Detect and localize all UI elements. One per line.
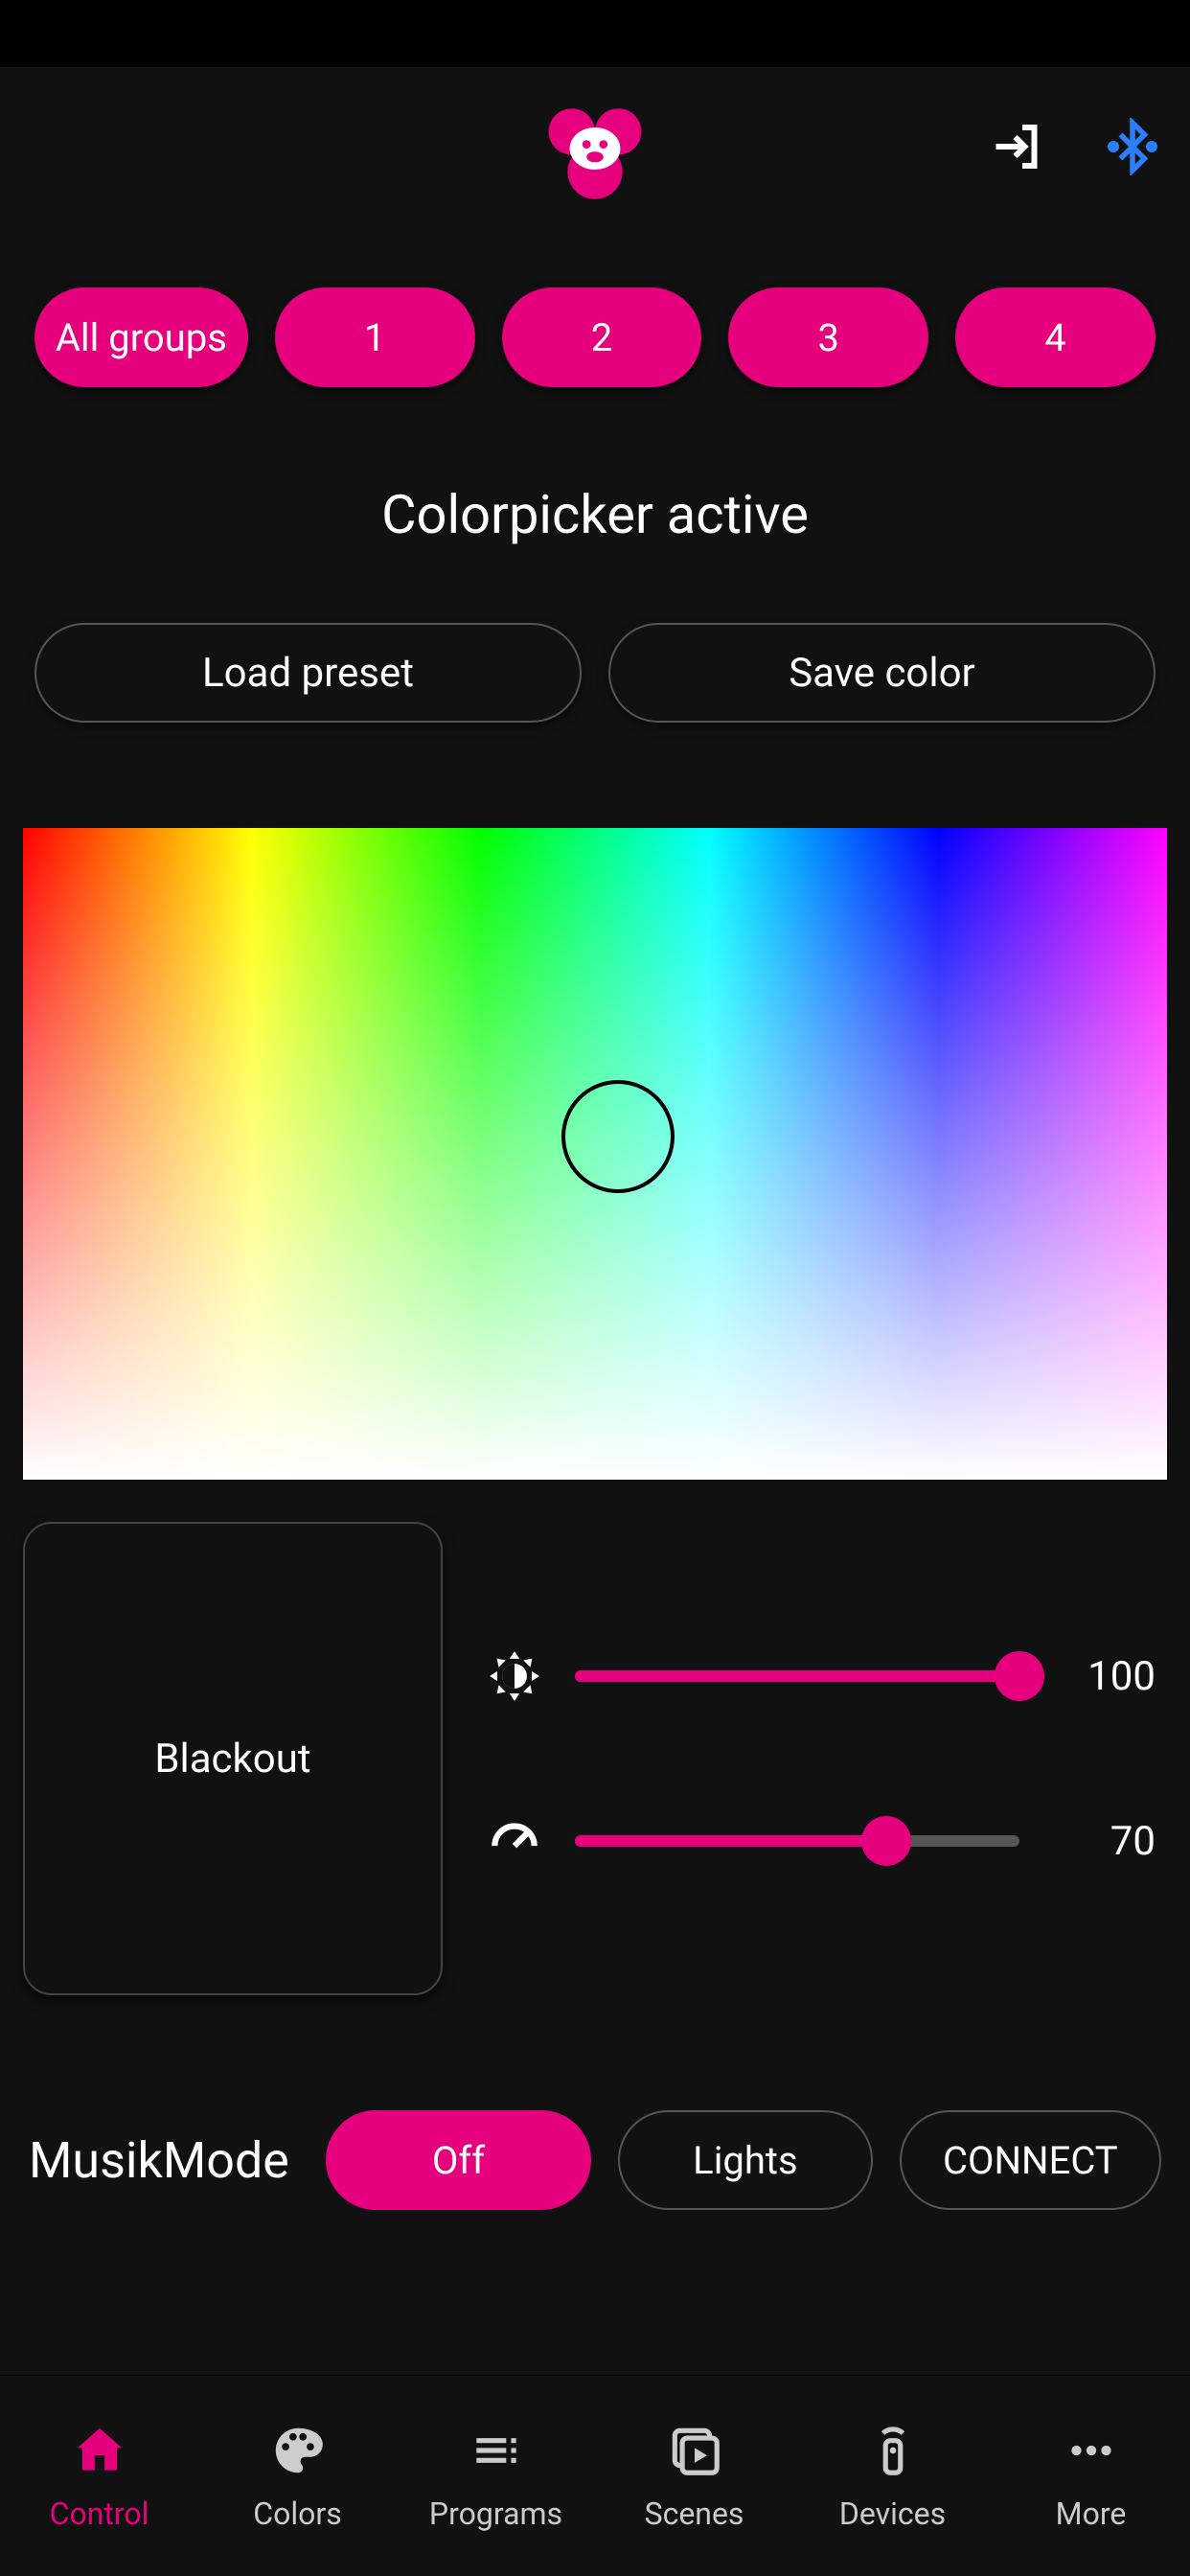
tab-colors[interactable]: Colors	[198, 2376, 397, 2576]
tab-devices-label: Devices	[839, 2496, 946, 2532]
app-header	[0, 67, 1190, 230]
page-title: Colorpicker active	[0, 483, 1190, 546]
tab-more-label: More	[1056, 2496, 1127, 2532]
music-lights-button[interactable]: Lights	[618, 2110, 872, 2210]
tab-control-label: Control	[50, 2496, 149, 2532]
tab-colors-label: Colors	[253, 2496, 341, 2532]
load-preset-button[interactable]: Load preset	[34, 623, 582, 723]
tab-programs-label: Programs	[429, 2496, 562, 2532]
picker-cursor-icon[interactable]	[561, 1080, 675, 1193]
login-icon[interactable]	[989, 118, 1046, 179]
music-connect-button[interactable]: CONNECT	[900, 2110, 1161, 2210]
speed-slider-row: 70	[485, 1811, 1156, 1871]
group-all-button[interactable]: All groups	[34, 288, 248, 387]
tab-more[interactable]: More	[992, 2376, 1190, 2576]
group-4-button[interactable]: 4	[955, 288, 1156, 387]
save-color-button[interactable]: Save color	[608, 623, 1156, 723]
group-1-button[interactable]: 1	[275, 288, 475, 387]
tab-programs[interactable]: Programs	[397, 2376, 595, 2576]
palette-icon	[268, 2421, 328, 2480]
brightness-icon	[485, 1646, 544, 1706]
group-2-button[interactable]: 2	[502, 288, 702, 387]
app-logo-icon	[542, 96, 648, 201]
speed-slider[interactable]	[575, 1835, 1019, 1847]
bottom-tab-bar: Control Colors Programs Scenes Devices M…	[0, 2375, 1190, 2576]
music-mode-label: MusikMode	[29, 2131, 289, 2190]
home-icon	[70, 2421, 129, 2480]
tab-scenes-label: Scenes	[645, 2496, 744, 2532]
status-bar	[0, 0, 1190, 67]
list-icon	[467, 2421, 526, 2480]
blackout-button[interactable]: Blackout	[23, 1522, 443, 1995]
brightness-value: 100	[1069, 1653, 1156, 1700]
music-mode-row: MusikMode Off Lights CONNECT	[0, 1995, 1190, 2210]
bluetooth-icon[interactable]	[1104, 118, 1161, 179]
group-selector: All groups 1 2 3 4	[0, 230, 1190, 445]
color-picker[interactable]	[23, 828, 1167, 1480]
brightness-slider-row: 100	[485, 1646, 1156, 1706]
devices-icon	[863, 2421, 923, 2480]
more-icon	[1062, 2421, 1121, 2480]
scenes-icon	[665, 2421, 724, 2480]
speed-icon	[485, 1811, 544, 1871]
brightness-slider[interactable]	[575, 1670, 1019, 1682]
tab-control[interactable]: Control	[0, 2376, 198, 2576]
tab-scenes[interactable]: Scenes	[595, 2376, 793, 2576]
tab-devices[interactable]: Devices	[793, 2376, 992, 2576]
music-off-button[interactable]: Off	[326, 2110, 591, 2210]
speed-value: 70	[1069, 1818, 1156, 1865]
group-3-button[interactable]: 3	[728, 288, 928, 387]
